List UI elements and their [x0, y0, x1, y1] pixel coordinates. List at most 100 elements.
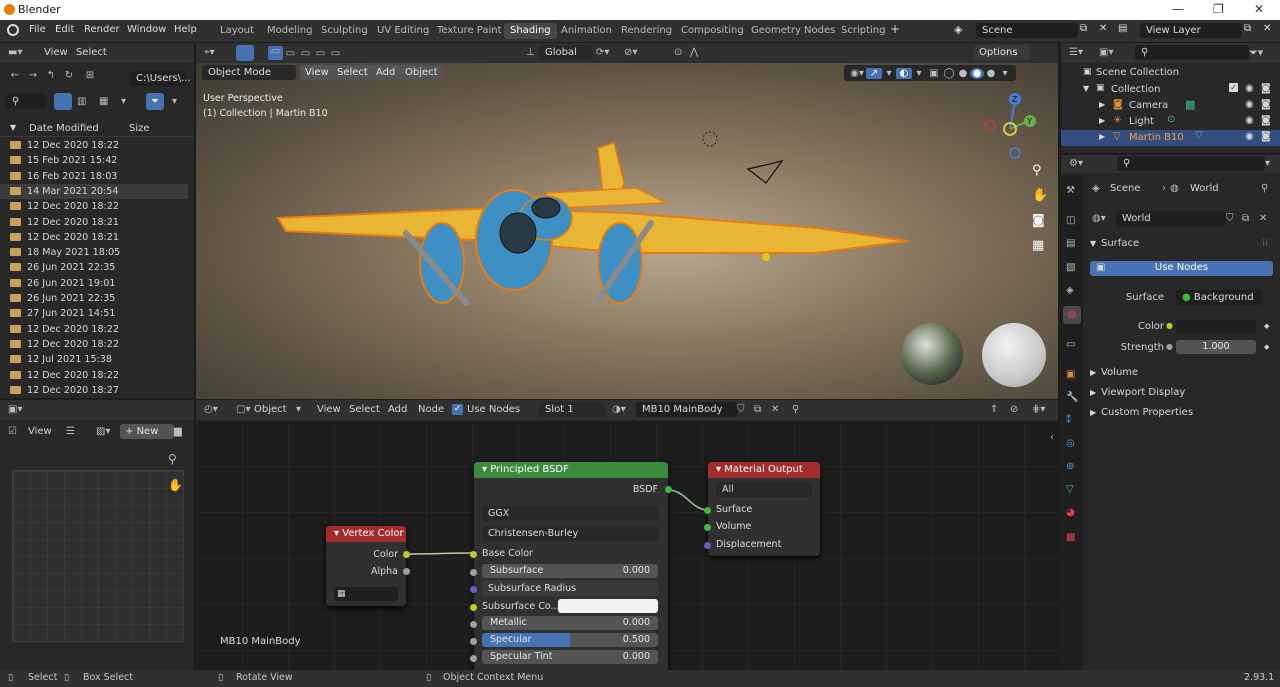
blender-menu-icon[interactable] [7, 24, 19, 36]
sidebar-toggle-icon[interactable]: ‹ [1050, 432, 1054, 443]
outliner-row-martin-b10[interactable]: ▶ ▽ Martin B10 ▽ ◉ ◙ [1061, 130, 1280, 146]
zoom-icon[interactable]: ⚲ [168, 452, 177, 466]
view-layer-tab-icon[interactable]: ▧ [1066, 262, 1075, 273]
forward-arrow-icon[interactable]: → [24, 70, 42, 81]
transform-orientation-dropdown[interactable]: Global [539, 45, 593, 60]
use-nodes-button[interactable]: ▣ Use Nodes [1090, 261, 1273, 276]
tab-geometry-nodes[interactable]: Geometry Nodes [745, 23, 841, 39]
visibility-eye-icon[interactable]: ◉ [1245, 83, 1254, 94]
file-row[interactable]: 12 Dec 2020 18:22 [0, 337, 188, 352]
add-workspace-icon[interactable]: + [890, 22, 900, 36]
volume-input-socket[interactable] [704, 524, 711, 531]
fb-search-input[interactable]: ⚲ [6, 94, 46, 109]
snap-icon[interactable]: ⊘▾ [624, 47, 637, 58]
hamburger-icon[interactable]: ☰ [66, 426, 75, 437]
ne-menu-node[interactable]: Node [418, 404, 444, 415]
scene-icon[interactable]: ◈ [954, 23, 962, 36]
display-options-dropdown[interactable]: ▾ [121, 96, 126, 107]
menu-edit[interactable]: Edit [55, 24, 74, 35]
display-mode-icon[interactable]: ▣▾ [1099, 47, 1113, 58]
displacement-input-socket[interactable] [704, 542, 711, 549]
file-row[interactable]: 12 Dec 2020 18:21 [0, 230, 188, 245]
custom-properties-panel-header[interactable]: Custom Properties [1101, 407, 1193, 418]
render-tab-icon[interactable]: ◫ [1066, 215, 1075, 226]
material-output-header[interactable]: ▾ Material Output [708, 462, 820, 478]
refresh-icon[interactable]: ↻ [60, 70, 78, 81]
new-folder-icon[interactable]: ⊞ [78, 70, 102, 81]
ie-mode-icon[interactable]: ☑ [8, 426, 17, 437]
visibility-eye-icon[interactable]: ◉ [1245, 131, 1254, 142]
render-camera-icon[interactable]: ◙ [1261, 83, 1271, 94]
pan-view-icon[interactable]: ✋ [1032, 188, 1048, 203]
file-row[interactable]: 26 Jun 2021 19:01 [0, 276, 188, 291]
menu-help[interactable]: Help [174, 24, 197, 35]
outliner-type-icon[interactable]: ☰▾ [1069, 47, 1083, 58]
distribution-dropdown[interactable]: GGX [482, 506, 658, 521]
outliner-scene-collection[interactable]: Scene Collection [1096, 67, 1179, 78]
breadcrumb-scene[interactable]: Scene [1110, 183, 1141, 194]
outliner-search-input[interactable]: ⚲ [1135, 45, 1249, 60]
volume-panel-arrow-icon[interactable]: ▶ [1090, 368, 1096, 377]
tab-uv-editing[interactable]: UV Editing [371, 23, 435, 39]
file-row[interactable]: 12 Dec 2020 18:21 [0, 215, 188, 230]
viewport-display-panel-header[interactable]: Viewport Display [1101, 387, 1185, 398]
back-arrow-icon[interactable]: ← [6, 70, 24, 81]
ie-view-menu[interactable]: View [28, 426, 52, 437]
file-row[interactable]: 12 Dec 2020 18:22 [0, 368, 188, 383]
material-browse-icon[interactable]: ◑▾ [612, 404, 626, 415]
viewport-display-panel-arrow-icon[interactable]: ▶ [1090, 388, 1096, 397]
tab-layout[interactable]: Layout [214, 23, 260, 39]
outliner-row-collection[interactable]: ▼ ▣ Collection ✓ ◉ ◙ [1061, 82, 1280, 98]
subsurface-radius-dropdown[interactable]: Subsurface Radius [482, 581, 658, 596]
output-target-dropdown[interactable]: All [716, 482, 812, 497]
menu-window[interactable]: Window [127, 24, 166, 35]
select-tool-icon[interactable] [236, 45, 254, 61]
physics-tab-icon[interactable]: ◎ [1066, 438, 1075, 449]
pivot-icon[interactable]: ⟳▾ [596, 47, 609, 58]
vertex-color-node[interactable]: ▾ Vertex Color Color Alpha ▦ [326, 526, 410, 606]
display-list-icon[interactable] [54, 93, 72, 110]
expand-arrow-icon[interactable]: ▶ [1099, 116, 1105, 125]
material-tab-icon[interactable]: ◕ [1066, 507, 1075, 518]
tab-modeling[interactable]: Modeling [261, 23, 319, 39]
ie-editor-type-icon[interactable]: ▣▾ [8, 404, 22, 415]
falloff-icon[interactable]: ⋀ [690, 47, 698, 58]
render-camera-icon[interactable]: ◙ [1261, 99, 1271, 110]
fb-menu-view[interactable]: View [44, 47, 68, 58]
file-row[interactable]: 26 Jun 2021 22:35 [0, 260, 188, 275]
view-layer-field[interactable]: View Layer [1140, 23, 1242, 38]
material-output-node[interactable]: ▾ Material Output All Surface Volume Dis… [704, 462, 820, 556]
select-extend-icon[interactable]: ▭ [283, 48, 298, 59]
subsurface-slider[interactable]: Subsurface 0.000 [482, 564, 658, 578]
navigation-gizmo[interactable]: Z Y [980, 91, 1040, 161]
options-dropdown[interactable]: Options [974, 45, 1030, 60]
subsurface-radius-input-socket[interactable] [470, 586, 477, 593]
render-camera-icon[interactable]: ◙ [1261, 131, 1271, 142]
world-browse-icon[interactable]: ◍▾ [1092, 213, 1106, 224]
camera-view-icon[interactable]: ◙ [1032, 213, 1045, 228]
subsurface-color-swatch[interactable] [558, 599, 658, 613]
menu-render[interactable]: Render [84, 24, 120, 35]
file-row[interactable]: 12 Dec 2020 18:22 [0, 322, 188, 337]
principled-bsdf-header[interactable]: ▾ Principled BSDF [474, 462, 668, 478]
3d-viewport[interactable]: Object Mode View Select Add Object ◉▾ ↗ … [196, 63, 1058, 399]
new-image-button[interactable]: + New [120, 424, 174, 439]
parent-dir-icon[interactable]: ↰ [42, 70, 60, 81]
ne-menu-view[interactable]: View [317, 404, 341, 415]
outliner-filter-icon[interactable]: ⏷▾ [1249, 46, 1263, 60]
specular-input-socket[interactable] [470, 638, 477, 645]
principled-bsdf-node[interactable]: ▾ Principled BSDF BSDF GGX Christensen-B… [470, 462, 672, 670]
output-tab-icon[interactable]: ▤ [1066, 238, 1075, 249]
visibility-eye-icon[interactable]: ◉ [1245, 99, 1254, 110]
expand-arrow-icon[interactable]: ▶ [1099, 132, 1105, 141]
specular-slider[interactable]: Specular 0.500 [482, 633, 658, 647]
volume-panel-header[interactable]: Volume [1101, 367, 1138, 378]
snap-mode-icon[interactable]: ⋕▾ [1032, 404, 1045, 415]
select-subtract-icon[interactable]: ▭ [298, 48, 313, 59]
close-button[interactable]: ✕ [1254, 2, 1264, 16]
modifier-tab-icon[interactable]: 🔧 [1066, 392, 1078, 403]
view-layer-icon[interactable]: ▤ [1118, 23, 1127, 34]
file-row[interactable]: 14 Mar 2021 20:54 [0, 183, 188, 199]
camera-object-icon[interactable] [746, 160, 784, 184]
color-attribute-field[interactable]: ▦ [334, 587, 398, 601]
